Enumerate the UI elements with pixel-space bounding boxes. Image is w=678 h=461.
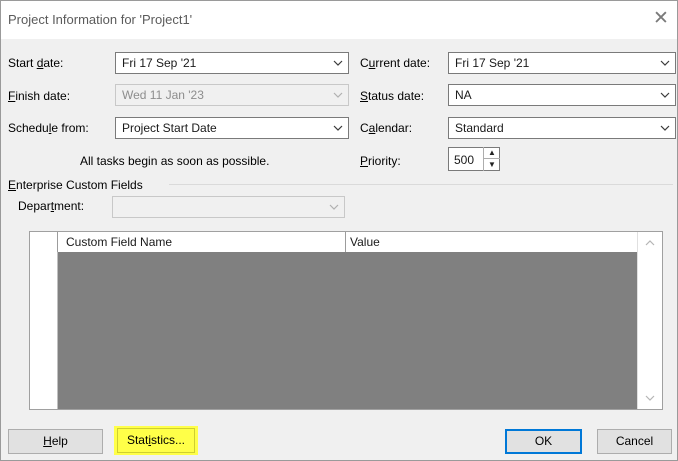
column-header-custom-field-name[interactable]: Custom Field Name (66, 235, 172, 249)
department-label: Department: (18, 199, 85, 213)
schedule-note: All tasks begin as soon as possible. (80, 154, 270, 168)
calendar-combo[interactable]: Standard (448, 117, 676, 139)
chevron-down-icon (660, 125, 670, 131)
close-icon[interactable]: ✕ (651, 9, 671, 30)
chevron-down-icon (333, 92, 343, 98)
start-date-combo[interactable]: Fri 17 Sep '21 (115, 52, 349, 74)
status-date-label: Status date: (360, 89, 425, 103)
calendar-value: Standard (455, 121, 504, 135)
grid-corner-cell (30, 232, 58, 252)
custom-fields-grid: Custom Field Name Value (29, 231, 663, 410)
priority-label: Priority: (360, 154, 401, 168)
enterprise-custom-fields-heading: Enterprise Custom Fields (8, 178, 143, 192)
statistics-highlight: Statistics... (114, 426, 198, 455)
finish-date-value: Wed 11 Jan '23 (122, 88, 204, 102)
ok-button[interactable]: OK (505, 429, 582, 454)
project-information-dialog: Project Information for 'Project1' ✕ Sta… (0, 0, 678, 461)
section-divider (169, 184, 673, 185)
status-date-combo[interactable]: NA (448, 84, 676, 106)
finish-date-label: Finish date: (8, 89, 71, 103)
department-combo (112, 196, 345, 218)
chevron-down-icon (333, 125, 343, 131)
chevron-down-icon (660, 92, 670, 98)
schedule-from-value: Project Start Date (122, 121, 217, 135)
column-header-value[interactable]: Value (350, 235, 380, 249)
dialog-title: Project Information for 'Project1' (8, 12, 193, 27)
grid-header-row: Custom Field Name Value (30, 232, 639, 253)
scroll-up-icon[interactable] (644, 238, 656, 248)
start-date-value: Fri 17 Sep '21 (122, 56, 197, 70)
finish-date-combo: Wed 11 Jan '23 (115, 84, 349, 106)
grid-body[interactable] (58, 252, 638, 409)
increment-arrow-icon[interactable]: ▲ (484, 147, 500, 159)
priority-spin-buttons: ▲ ▼ (483, 147, 500, 171)
calendar-label: Calendar: (360, 121, 413, 135)
chevron-down-icon (660, 60, 670, 66)
chevron-down-icon (333, 60, 343, 66)
column-divider[interactable] (345, 232, 346, 252)
schedule-from-label: Schedule from: (8, 121, 89, 135)
status-date-value: NA (455, 88, 472, 102)
title-bar: Project Information for 'Project1' ✕ (1, 1, 677, 39)
row-header-column (30, 252, 58, 409)
current-date-value: Fri 17 Sep '21 (455, 56, 530, 70)
current-date-combo[interactable]: Fri 17 Sep '21 (448, 52, 676, 74)
chevron-down-icon (329, 204, 339, 210)
help-button[interactable]: Help (8, 429, 103, 454)
scroll-down-icon[interactable] (644, 393, 656, 403)
priority-stepper[interactable]: 500 ▲ ▼ (448, 147, 500, 171)
vertical-scrollbar[interactable] (637, 232, 662, 409)
current-date-label: Current date: (360, 56, 431, 70)
cancel-button[interactable]: Cancel (597, 429, 672, 454)
decrement-arrow-icon[interactable]: ▼ (484, 159, 500, 170)
start-date-label: Start date: (8, 56, 64, 70)
statistics-button[interactable]: Statistics... (117, 428, 195, 453)
schedule-from-combo[interactable]: Project Start Date (115, 117, 349, 139)
